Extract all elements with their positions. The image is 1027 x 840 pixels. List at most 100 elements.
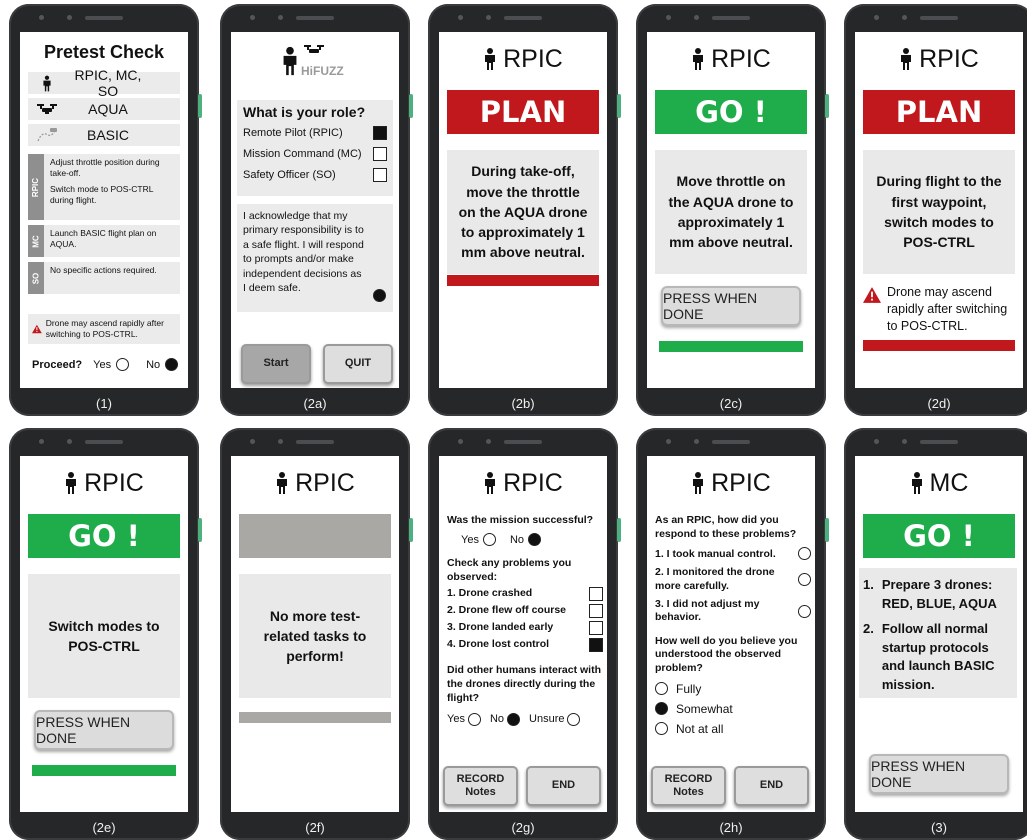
warning-text: Drone may ascend rapidly after switching… — [45, 317, 164, 339]
instruction-text: During take-off, move the throttle on th… — [447, 150, 599, 274]
interaction-answers: Yes No Unsure — [447, 712, 603, 726]
phone-no-more-tasks: RPIC No more test-related tasks to perfo… — [220, 428, 413, 840]
record-notes-button[interactable]: RECORD Notes — [651, 766, 726, 806]
rpic-actions: RPIC Adjust throttle position during tak… — [28, 154, 180, 220]
yes-radio[interactable] — [116, 358, 130, 371]
instruction-text: Move throttle on the AQUA drone to appro… — [655, 150, 807, 274]
acknowledge-radio[interactable] — [373, 289, 386, 302]
phone-speaker — [85, 440, 123, 444]
drone-row: AQUA — [28, 98, 180, 120]
screen: RPIC PLAN During take-off, move the thro… — [439, 32, 607, 388]
no-radio[interactable] — [507, 712, 521, 726]
step-number: 2. — [863, 620, 874, 636]
go-banner: GO ! — [28, 514, 180, 558]
option-label: Somewhat — [676, 701, 733, 716]
phone-camera — [458, 439, 463, 444]
problem-checkbox[interactable] — [589, 621, 603, 636]
press-when-done-button[interactable]: PRESS WHEN DONE — [661, 286, 801, 326]
response-option[interactable]: 2. I monitored the drone more carefully. — [655, 566, 811, 593]
no-label: No — [489, 713, 505, 726]
phone-side-button — [617, 94, 621, 118]
option-label: Not at all — [676, 721, 724, 736]
screen: MC GO ! 1. Prepare 3 drones: RED, BLUE, A… — [855, 456, 1023, 812]
problem-item[interactable]: 3. Drone landed early — [447, 621, 603, 636]
response-option[interactable]: 1. I took manual control. — [655, 547, 811, 561]
role-header: MC — [855, 466, 1023, 500]
success-answers: Yes No — [461, 533, 603, 547]
question-understanding: How well do you believe you understood t… — [655, 634, 798, 675]
response-option[interactable]: 3. I did not adjust my behavior. — [655, 598, 811, 625]
screen: RPIC As an RPIC, how did you respond to … — [647, 456, 815, 812]
role-option-so[interactable]: Safety Officer (SO) — [243, 168, 387, 182]
no-radio[interactable] — [528, 533, 542, 547]
warning-text: Drone may ascend rapidly after switching… — [887, 285, 1008, 333]
somewhat-radio[interactable] — [655, 702, 668, 716]
no-radio[interactable] — [165, 358, 179, 371]
status-bar — [239, 712, 391, 723]
mc-checkbox[interactable] — [373, 147, 387, 161]
phone-side-button — [198, 518, 202, 542]
unsure-radio[interactable] — [567, 712, 581, 726]
fully-radio[interactable] — [655, 682, 668, 696]
problem-item[interactable]: 4. Drone lost control — [447, 638, 603, 653]
so-checkbox[interactable] — [373, 168, 387, 182]
problem-checkbox[interactable] — [589, 587, 603, 602]
yes-label: Yes — [461, 533, 479, 546]
problem-item[interactable]: 2. Drone flew off course — [447, 604, 603, 619]
problem-checkbox[interactable] — [589, 638, 603, 653]
phone-speaker — [712, 16, 750, 20]
end-button[interactable]: END — [734, 766, 809, 806]
role-option-mc[interactable]: Mission Command (MC) — [243, 147, 387, 161]
question-interaction: Did other humans interact with the drone… — [447, 664, 602, 704]
phone-speaker — [504, 16, 542, 20]
warning-box: Drone may ascend rapidly after switching… — [28, 314, 180, 344]
not-at-all-radio[interactable] — [655, 722, 668, 736]
option-radio[interactable] — [798, 604, 811, 618]
record-notes-button[interactable]: RECORD Notes — [443, 766, 518, 806]
start-button[interactable]: Start — [241, 344, 311, 384]
press-when-done-button[interactable]: PRESS WHEN DONE — [34, 710, 174, 750]
understanding-option[interactable]: Not at all — [655, 722, 811, 736]
problem-label: 4. Drone lost control — [447, 638, 550, 651]
status-bar — [32, 765, 176, 776]
phone-speaker — [712, 440, 750, 444]
caption: (2h) — [719, 820, 743, 835]
end-button[interactable]: END — [526, 766, 601, 806]
phone-sensor — [486, 15, 491, 20]
status-bar — [863, 340, 1015, 351]
quit-button[interactable]: QUIT — [323, 344, 393, 384]
role-label: MC — [929, 468, 969, 497]
phone-camera — [666, 15, 671, 20]
phone-side-button — [409, 518, 413, 542]
proceed-label: Proceed? — [32, 358, 83, 371]
problem-item[interactable]: 1. Drone crashed — [447, 587, 603, 602]
drone-label: AQUA — [88, 101, 128, 117]
role-header: RPIC — [439, 42, 607, 76]
caption: (2g) — [511, 820, 535, 835]
status-bar — [447, 275, 599, 286]
phone-go-switch: RPIC GO ! Switch modes to POS-CTRL PRESS… — [9, 428, 202, 840]
understanding-option[interactable]: Somewhat — [655, 702, 811, 716]
role-option-rpic[interactable]: Remote Pilot (RPIC) — [243, 126, 387, 140]
phone-questionnaire-2: RPIC As an RPIC, how did you respond to … — [636, 428, 829, 840]
option-label: Remote Pilot (RPIC) — [243, 127, 343, 139]
role-label: RPIC — [919, 44, 979, 73]
option-radio[interactable] — [798, 573, 811, 587]
understanding-option[interactable]: Fully — [655, 682, 811, 696]
yes-radio[interactable] — [482, 533, 496, 547]
option-label: 2. I monitored the drone more carefully. — [655, 566, 775, 592]
step-text: Prepare 3 drones: RED, BLUE, AQUA — [881, 577, 997, 611]
yes-radio[interactable] — [467, 712, 481, 726]
person-icon — [66, 472, 77, 494]
option-label: 1. I took manual control. — [655, 547, 776, 560]
caption: (2f) — [305, 820, 325, 835]
press-when-done-button[interactable]: PRESS WHEN DONE — [869, 754, 1009, 794]
problem-checkbox[interactable] — [589, 604, 603, 619]
rpic-checkbox[interactable] — [373, 126, 387, 140]
phone-camera — [874, 439, 879, 444]
phone-sensor — [67, 439, 72, 444]
phone-speaker — [920, 440, 958, 444]
option-radio[interactable] — [798, 547, 811, 561]
screen: RPIC GO ! Switch modes to POS-CTRL PRESS… — [20, 456, 188, 812]
person-icon — [693, 48, 704, 70]
